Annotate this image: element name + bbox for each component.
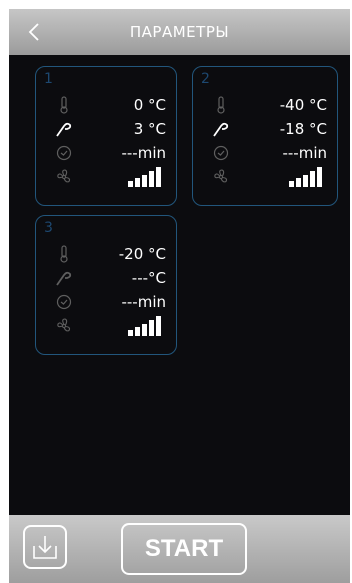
temperature-row: -40 °C (193, 93, 337, 117)
download-icon (33, 536, 57, 559)
program-card-2[interactable]: 2 -40 °C -18 °C ---min (192, 66, 338, 206)
signal-bars-icon (128, 167, 161, 187)
signal-bars-icon (128, 316, 161, 336)
time-row: ---min (193, 141, 337, 165)
fan-icon (54, 167, 74, 187)
probe-icon (54, 119, 74, 139)
probe-value: ---°C (131, 269, 166, 287)
header-bar: ПАРАМЕТРЫ (9, 9, 350, 55)
probe-row: -18 °C (193, 117, 337, 141)
program-card-3[interactable]: 3 -20 °C ---°C ---min (35, 215, 177, 355)
probe-icon (54, 268, 74, 288)
time-value: ---min (121, 144, 166, 162)
temperature-value: 0 °C (133, 96, 166, 114)
signal-bars-icon (289, 167, 322, 187)
time-row: ---min (36, 141, 176, 165)
temperature-value: -20 °C (118, 245, 166, 263)
programs-area: 1 0 °C 3 °C ---min 2 -40 °C -18 °C ---mi… (9, 55, 350, 515)
card-number: 1 (44, 71, 53, 87)
temperature-value: -40 °C (279, 96, 327, 114)
probe-row: ---°C (36, 266, 176, 290)
thermometer-icon (54, 244, 74, 264)
fan-row (193, 165, 337, 189)
probe-value: -18 °C (279, 120, 327, 138)
probe-row: 3 °C (36, 117, 176, 141)
fan-row (36, 165, 176, 189)
card-number: 3 (44, 220, 53, 236)
fan-icon (211, 167, 231, 187)
clock-icon (54, 143, 74, 163)
clock-icon (211, 143, 231, 163)
footer-bar: START (9, 515, 350, 583)
time-value: ---min (121, 293, 166, 311)
probe-value: 3 °C (133, 120, 166, 138)
thermometer-icon (54, 95, 74, 115)
fan-icon (54, 316, 74, 336)
temperature-row: -20 °C (36, 242, 176, 266)
save-button[interactable] (23, 525, 67, 569)
time-row: ---min (36, 290, 176, 314)
thermometer-icon (211, 95, 231, 115)
program-card-1[interactable]: 1 0 °C 3 °C ---min (35, 66, 177, 206)
temperature-row: 0 °C (36, 93, 176, 117)
clock-icon (54, 292, 74, 312)
start-button[interactable]: START (121, 523, 247, 575)
card-number: 2 (201, 71, 210, 87)
page-title: ПАРАМЕТРЫ (129, 23, 230, 41)
fan-row (36, 314, 176, 338)
screen: ПАРАМЕТРЫ 1 0 °C 3 °C ---min 2 -40 °C -1… (0, 0, 352, 583)
time-value: ---min (282, 144, 327, 162)
probe-icon (211, 119, 231, 139)
